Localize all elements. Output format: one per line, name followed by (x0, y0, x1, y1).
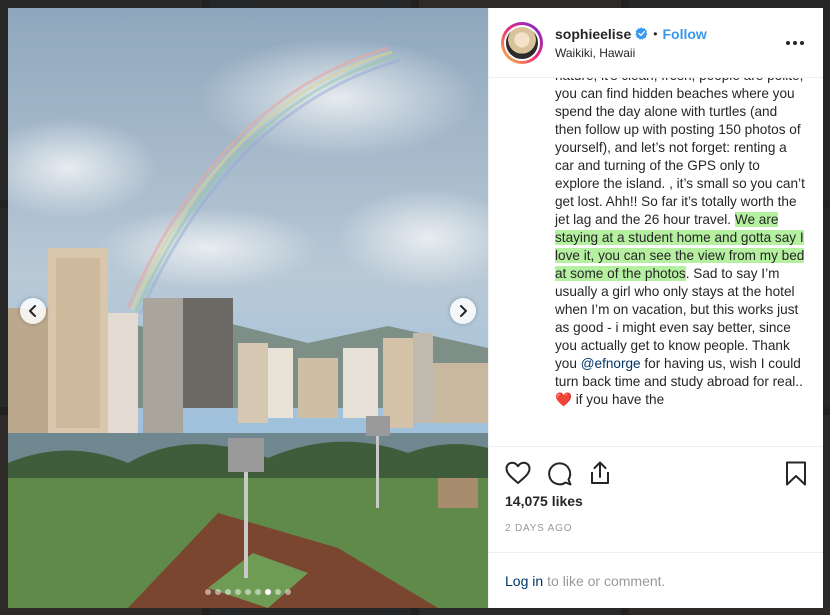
avatar-image (504, 24, 540, 61)
carousel-dot (255, 589, 261, 595)
verified-badge-icon (635, 27, 648, 40)
login-prompt-text: to like or comment. (547, 572, 666, 589)
carousel-dot (245, 589, 251, 595)
login-link[interactable]: Log in (505, 573, 543, 589)
follow-button[interactable]: Follow (662, 26, 706, 42)
separator-bullet: • (653, 26, 658, 41)
caption-part: if you have the (571, 392, 665, 408)
author-info: sophieelise • Follow Waikiki, Hawaii (555, 26, 783, 60)
share-button[interactable] (588, 461, 612, 485)
share-icon (591, 461, 609, 485)
heart-icon (505, 462, 531, 485)
post-modal: sophieelise • Follow Waikiki, Hawaii n (8, 8, 823, 608)
comment-button[interactable] (547, 461, 572, 486)
mention-link[interactable]: @efnorge (581, 356, 641, 371)
caption-scroll-area[interactable]: nature, it’s clean, fresh, people are po… (489, 78, 823, 446)
carousel-dot (205, 589, 211, 595)
heart-emoji: ❤️ (555, 392, 572, 408)
more-icon (786, 40, 790, 45)
chevron-left-icon (29, 305, 36, 317)
carousel-next-button[interactable] (450, 298, 476, 324)
more-icon-dot (800, 40, 804, 45)
username-link[interactable]: sophieelise (555, 26, 631, 42)
post-timestamp[interactable]: 2 DAYS AGO (505, 523, 807, 534)
post-details: sophieelise • Follow Waikiki, Hawaii n (488, 8, 823, 608)
carousel-dot (275, 589, 281, 595)
location-link[interactable]: Waikiki, Hawaii (555, 46, 783, 60)
more-icon-dot (793, 40, 797, 45)
carousel-prev-button[interactable] (20, 298, 46, 324)
action-buttons (505, 447, 807, 499)
photo-illustration (8, 8, 488, 608)
chevron-right-icon (460, 305, 467, 317)
like-button[interactable] (505, 461, 531, 485)
post-photo (8, 8, 488, 608)
likes-count[interactable]: 14,075 likes (505, 493, 807, 509)
save-button[interactable] (785, 461, 807, 486)
carousel-indicators (8, 589, 488, 595)
bookmark-icon (786, 461, 806, 486)
carousel-dot (265, 589, 271, 595)
carousel-dot (215, 589, 221, 595)
actions-section: 14,075 likes 2 DAYS AGO (489, 446, 823, 534)
more-options-button[interactable] (783, 31, 807, 55)
carousel-dot (225, 589, 231, 595)
carousel-dot (285, 589, 291, 595)
login-prompt: Log in to like or comment. (489, 552, 823, 608)
carousel-dot (235, 589, 241, 595)
caption-part: nature, it’s clean, fresh, people are po… (555, 78, 805, 228)
comment-icon (548, 462, 572, 486)
caption-text: nature, it’s clean, fresh, people are po… (555, 78, 807, 409)
avatar[interactable] (501, 21, 543, 64)
post-header: sophieelise • Follow Waikiki, Hawaii (489, 8, 823, 79)
